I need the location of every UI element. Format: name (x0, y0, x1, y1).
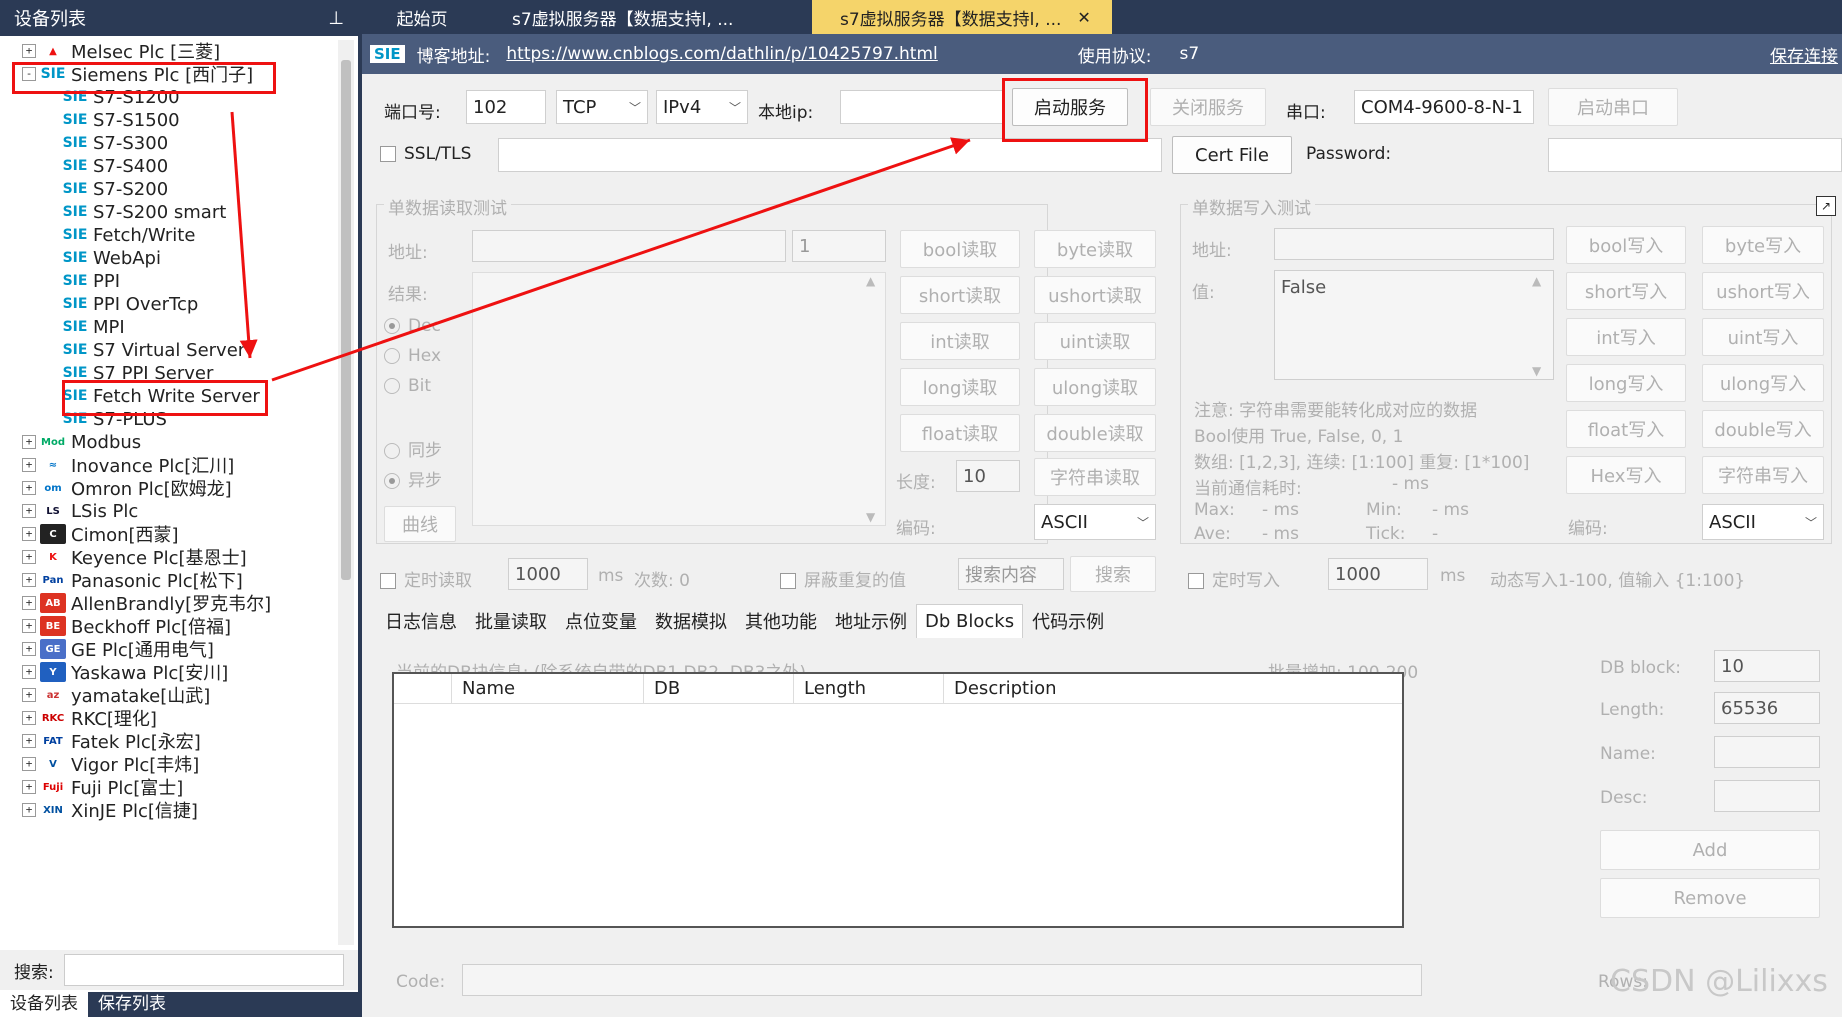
watermark: CSDN @Lilixxs (1610, 964, 1828, 999)
arrow-down (230, 111, 258, 359)
arrow-to-start (271, 137, 971, 382)
annotation-arrows (230, 111, 971, 382)
app-window: 设备列表 ⊥ + ▲ Melsec Plc [三菱] - SIE Siemens Plc … (0, 0, 1842, 1017)
